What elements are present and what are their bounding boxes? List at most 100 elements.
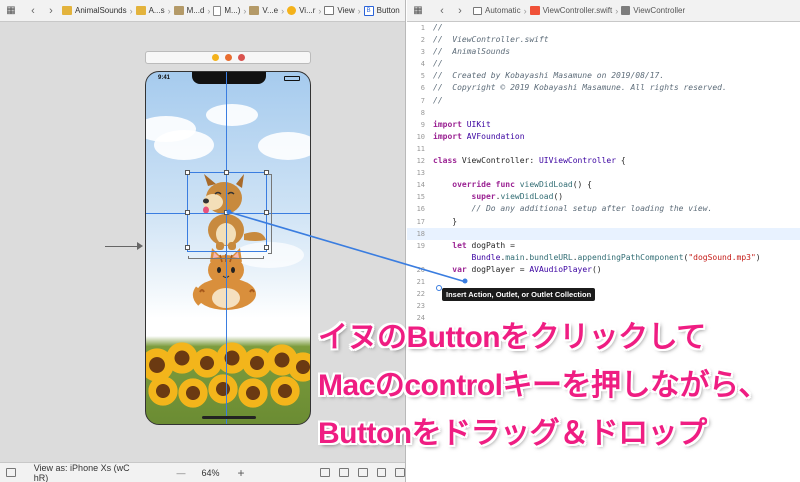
code-text: Bundle.main.bundleURL.appendingPathCompo… — [471, 252, 761, 262]
code-line[interactable]: 2 // ViewController.swift — [407, 34, 800, 46]
code-line[interactable]: 15 super.viewDidLoad() — [407, 191, 800, 203]
line-number: 22 — [416, 290, 425, 299]
code-line[interactable]: 18 — [407, 227, 800, 240]
code-line[interactable]: 12 class ViewController: UIViewController… — [407, 155, 800, 167]
code-line[interactable]: 19 let dogPath = — [407, 240, 800, 252]
line-number: 8 — [420, 108, 425, 117]
exit-icon[interactable] — [237, 54, 245, 61]
code-line[interactable]: 1 // — [407, 22, 800, 34]
grid-icon[interactable]: ▦ — [411, 5, 425, 16]
back-arrow-icon[interactable]: ‹ — [435, 5, 449, 17]
first-responder-icon[interactable] — [224, 54, 232, 61]
code-text: // AnimalSounds — [433, 47, 511, 57]
code-line[interactable]: 3 // AnimalSounds — [407, 46, 800, 58]
code-line[interactable]: 13 — [407, 167, 800, 179]
view-as-device-button[interactable]: View as: iPhone Xs (wC hR) — [34, 463, 143, 482]
grid-icon[interactable]: ▦ — [4, 5, 18, 16]
zoom-in-button[interactable]: + — [237, 466, 244, 480]
crumb-label: V...e — [262, 6, 279, 15]
crumb-label: View — [337, 6, 355, 15]
crumb-label: Vi...r — [299, 6, 316, 15]
code-line[interactable]: 11 — [407, 143, 800, 155]
insert-action-tooltip: Insert Action, Outlet, or Outlet Collect… — [442, 288, 596, 301]
code-line[interactable]: 9 import UIKit — [407, 119, 800, 131]
line-number: 3 — [420, 48, 425, 57]
zoom-out-button[interactable]: — — [176, 468, 185, 478]
initial-view-controller-arrow — [105, 242, 143, 250]
code-line[interactable]: 14 override func viewDidLoad() { — [407, 179, 800, 191]
code-line[interactable]: 6 // Copyright © 2019 Kobayashi Masamune.… — [407, 82, 800, 94]
line-number: 13 — [416, 169, 425, 178]
crumb-class[interactable]: ViewController — [621, 6, 685, 15]
code-text: // ViewController.swift — [433, 35, 549, 45]
crumb-label: ViewController — [633, 6, 686, 15]
constraint-bracket — [188, 256, 264, 259]
automatic-icon — [473, 6, 482, 15]
code-line[interactable]: 21 — [407, 276, 800, 288]
update-frames-icon[interactable] — [320, 468, 331, 477]
crumb-scene[interactable]: V...e › — [249, 6, 287, 16]
code-line[interactable]: 5 // Created by Kobayashi Masamune on 201… — [407, 70, 800, 82]
crumb-storyboard[interactable]: M...d › — [173, 6, 214, 16]
line-number: 9 — [420, 120, 425, 129]
embed-in-stack-icon[interactable] — [339, 468, 349, 477]
resize-handle[interactable] — [224, 170, 229, 175]
crumb-label: ViewController.swift — [542, 6, 613, 15]
crumb-group[interactable]: A...s › — [135, 6, 174, 16]
code-text: import UIKit — [433, 119, 491, 129]
view-controller-icon[interactable] — [211, 54, 219, 61]
line-number: 11 — [416, 144, 425, 153]
align-icon[interactable] — [357, 468, 368, 477]
code-line[interactable]: 8 — [407, 107, 800, 119]
crumb-label: AnimalSounds — [75, 6, 127, 15]
back-arrow-icon[interactable]: ‹ — [26, 5, 40, 17]
crumb-automatic[interactable]: Automatic › — [473, 6, 530, 16]
notch — [192, 72, 266, 84]
resize-handle[interactable] — [185, 210, 190, 215]
crumb-swift-file[interactable]: ViewController.swift › — [529, 6, 622, 16]
crumb-label: M...) — [224, 6, 241, 15]
crumb-storyboard-base[interactable]: M...) › — [213, 5, 249, 16]
resize-handle[interactable] — [185, 245, 190, 250]
home-indicator — [202, 416, 256, 419]
line-number: 14 — [416, 181, 425, 190]
code-line[interactable]: 16 // Do any additional setup after load… — [407, 203, 800, 215]
code-line[interactable]: 17 } — [407, 216, 800, 228]
line-number: 20 — [416, 265, 425, 274]
code-text: // Do any additional setup after loading… — [471, 204, 713, 214]
code-text: // Created by Kobayashi Masamune on 2019… — [433, 71, 665, 81]
line-number: 6 — [420, 84, 425, 93]
code-line[interactable]: 4 // — [407, 58, 800, 70]
sunflower — [148, 376, 178, 406]
forward-arrow-icon[interactable]: › — [453, 5, 467, 17]
resize-handle[interactable] — [224, 210, 229, 215]
code-text: super.viewDidLoad() — [471, 192, 564, 202]
folder-icon — [62, 6, 72, 15]
crumb-project[interactable]: AnimalSounds › — [62, 6, 136, 16]
resolve-issues-icon[interactable] — [395, 468, 405, 477]
sunflower — [270, 376, 300, 406]
line-number — [407, 252, 433, 264]
crumb-button[interactable]: B Button — [363, 5, 400, 16]
class-icon — [621, 6, 631, 15]
forward-arrow-icon[interactable]: › — [44, 5, 58, 17]
resize-handle[interactable] — [185, 170, 190, 175]
document-outline-icon[interactable] — [6, 468, 16, 477]
sunflower — [238, 378, 268, 408]
code-text: override func viewDidLoad() { — [452, 180, 592, 190]
document-icon — [213, 5, 222, 16]
code-line[interactable]: 23 — [407, 300, 800, 312]
line-number: 15 — [416, 193, 425, 202]
sunflower — [208, 374, 238, 404]
code-line[interactable]: 7 // — [407, 95, 800, 107]
crumb-view-controller[interactable]: Vi...r › — [287, 6, 324, 16]
code-line[interactable]: 20 var dogPlayer = AVAudioPlayer() — [407, 264, 800, 276]
add-constraints-icon[interactable] — [376, 468, 387, 477]
code-line[interactable]: Bundle.main.bundleURL.appendingPathCompo… — [407, 252, 800, 264]
left-jump-bar: ▦ ‹ › AnimalSounds › A...s › M...d › M...) ›… — [0, 0, 405, 22]
view-controller-icon — [287, 6, 297, 15]
line-number: 4 — [420, 60, 425, 69]
crumb-view[interactable]: View › — [324, 6, 363, 16]
code-line[interactable]: 10 import AVFoundation — [407, 131, 800, 143]
constraint-bracket — [268, 174, 272, 254]
